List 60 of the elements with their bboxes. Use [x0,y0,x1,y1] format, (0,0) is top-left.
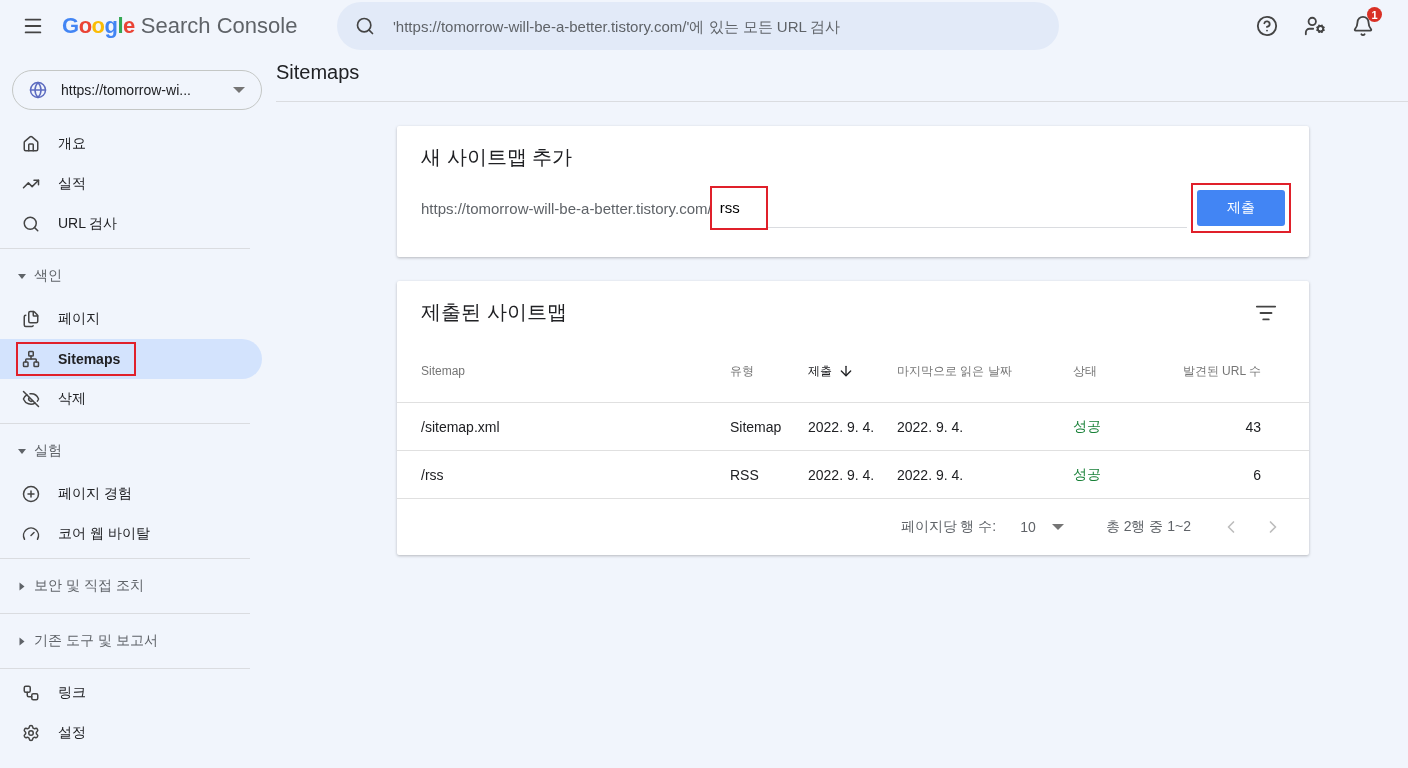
plus-circle-icon [22,485,40,503]
nav-item[interactable]: 페이지 [0,299,262,339]
gauge-icon [22,525,40,543]
nav-item[interactable]: 코어 웹 바이탈 [0,514,262,554]
settings-icon [22,724,40,742]
nav-item[interactable]: Sitemaps [0,339,262,379]
notifications-icon[interactable] [1352,15,1374,37]
table-cell-text: 43 [1244,418,1261,435]
help-icon[interactable] [1256,15,1278,37]
nav-item[interactable]: 삭제 [0,379,262,419]
table-cell-text: 2022. 9. 4. [897,466,965,483]
table-cell-text: Sitemap [730,418,783,435]
page-range: 총 2행 중 1~2 [1105,518,1191,536]
table-cell-text: 2022. 9. 4. [808,466,876,483]
section-toggle[interactable]: 보안 및 직접 조치 [0,563,250,609]
sort-arrow-icon [838,363,854,379]
nav-item[interactable]: 페이지 경험 [0,474,262,514]
url-prefix: https://tomorrow-will-be-a-better.tistory.com/ [421,199,712,217]
column-header[interactable]: 발견된 URL 수 [1161,362,1261,380]
nav-item[interactable]: 실적 [0,164,262,204]
nav-item[interactable]: 설정 [0,713,262,753]
table-cell-text: 2022. 9. 4. [897,418,965,435]
nav-item[interactable]: URL 검사 [0,204,262,244]
table-cell-text: /sitemap.xml [421,418,501,435]
section-toggle[interactable]: 기존 도구 및 보고서 [0,618,250,664]
submit-button[interactable]: 제출 [1197,190,1285,226]
table-cell-text: 2022. 9. 4. [808,418,876,435]
google-logo: Google [62,13,135,39]
section-toggle[interactable]: 실험 [0,428,250,474]
tree-icon [22,350,40,368]
section-toggle[interactable]: 색인 [0,253,250,299]
dropdown-caret-icon [233,87,245,93]
home-icon [22,135,40,153]
card-title: 새 사이트맵 추가 [420,145,574,170]
column-header[interactable]: 제출 [808,362,897,380]
product-name: Search Console [140,13,298,39]
table-cell-text: RSS [730,466,760,483]
globe-icon [29,81,47,99]
eye-off-icon [22,390,40,408]
search-icon [355,16,375,36]
rows-per-page-select[interactable]: 10 [1014,518,1070,536]
column-header[interactable]: 상태 [1073,362,1161,380]
table-cell-text: 성공 [1073,465,1102,484]
column-header[interactable]: Sitemap [421,364,730,378]
sitemap-url-input[interactable]: rss [711,187,766,228]
column-header[interactable]: 유형 [730,362,808,380]
column-header[interactable]: 마지막으로 읽은 날짜 [897,362,1073,380]
table-cell-text: 6 [1252,466,1261,483]
nav-item[interactable]: 개요 [0,124,262,164]
search-field[interactable]: 'https://tomorrow-will-be-a-better.tistory.com/'에 있는 모든 URL 검사 [337,2,1059,50]
notification-badge: 1 [1367,7,1382,22]
user-settings-icon[interactable] [1304,15,1326,37]
files-icon [22,310,40,328]
table-cell-text: /rss [421,466,445,483]
nav-item[interactable]: 링크 [0,673,262,713]
network-icon [22,684,40,702]
search-icon [22,215,40,233]
table-cell-text: 성공 [1073,417,1102,436]
rows-per-page-label: 페이지당 행 수: [900,518,997,536]
card-title: 제출된 사이트맵 [421,300,567,325]
